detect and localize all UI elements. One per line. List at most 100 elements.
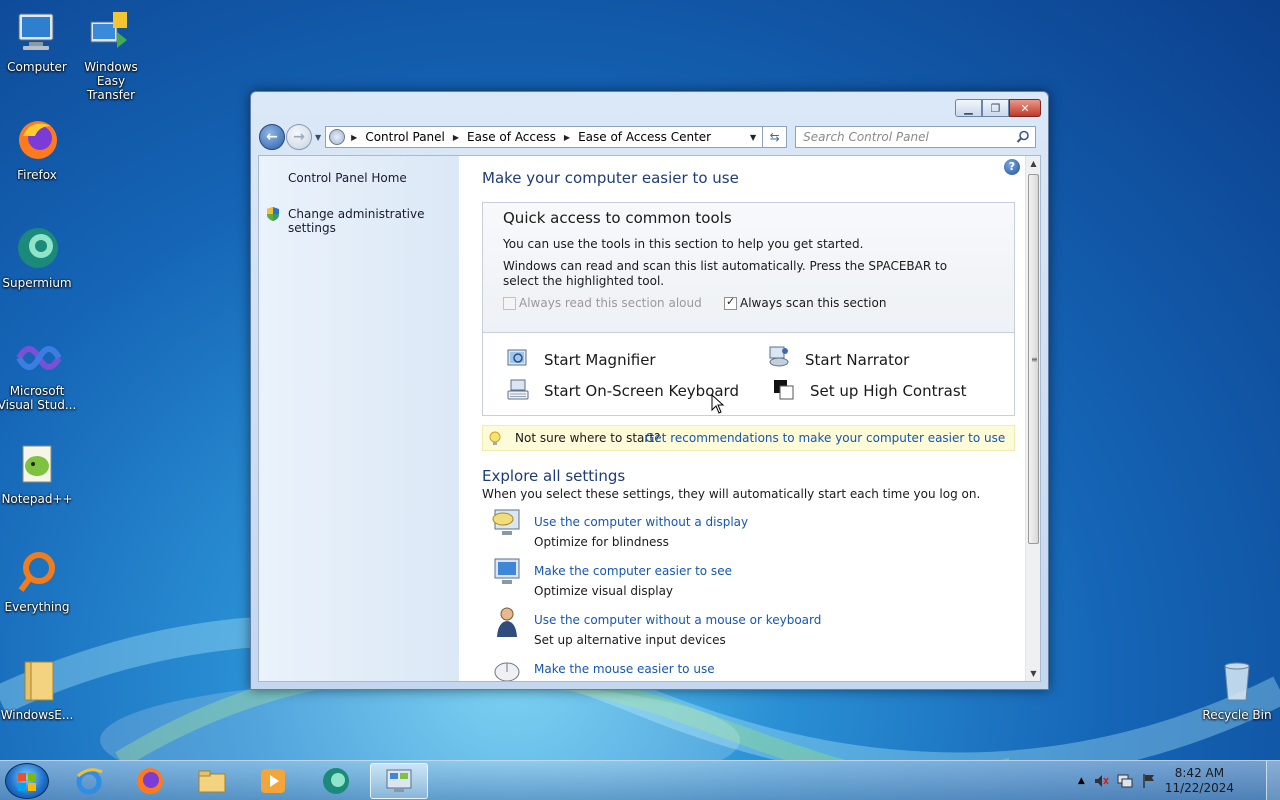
forward-button[interactable]: →: [286, 124, 312, 150]
clock-time: 8:42 AM: [1174, 766, 1225, 780]
vertical-scrollbar[interactable]: ▲ ≡ ▼: [1025, 156, 1040, 681]
person-input-icon: [497, 607, 517, 637]
use-without-display-link[interactable]: Use the computer without a display: [534, 515, 748, 529]
action-center-flag-icon[interactable]: [1141, 773, 1157, 789]
breadcrumb-separator-icon[interactable]: ▶: [564, 133, 570, 142]
start-narrator-button[interactable]: Start Narrator: [805, 351, 909, 369]
set-up-high-contrast-button[interactable]: Set up High Contrast: [810, 382, 967, 400]
breadcrumb-ease-of-access-center[interactable]: Ease of Access Center: [578, 130, 711, 144]
scan-section-label: Always scan this section: [740, 296, 887, 310]
mouse-cursor-icon: [711, 394, 725, 414]
explore-heading: Explore all settings: [482, 467, 626, 485]
control-panel-icon: [386, 769, 412, 792]
start-on-screen-keyboard-button[interactable]: Start On-Screen Keyboard: [544, 382, 739, 400]
supermium-icon: [13, 224, 61, 272]
supermium-icon: [323, 768, 349, 794]
search-icon: [1016, 130, 1029, 143]
taskbar-internet-explorer[interactable]: [60, 763, 118, 799]
explore-subtitle: When you select these settings, they wil…: [482, 487, 981, 501]
breadcrumb-ease-of-access[interactable]: Ease of Access: [467, 130, 556, 144]
back-button[interactable]: ←: [259, 124, 285, 150]
show-hidden-icons-icon[interactable]: ▲: [1078, 776, 1085, 786]
recycle-bin-icon: [1213, 656, 1261, 704]
firefox-icon: [13, 116, 61, 164]
clock[interactable]: 8:42 AM 11/22/2024: [1165, 766, 1234, 796]
recent-pages-dropdown[interactable]: ▼: [315, 133, 321, 142]
start-button[interactable]: [5, 763, 49, 799]
desktop-icon-visual-studio[interactable]: Microsoft Visual Stud...: [0, 332, 77, 412]
quick-access-panel: Quick access to common tools You can use…: [482, 202, 1015, 416]
search-input[interactable]: Search Control Panel: [795, 126, 1037, 148]
show-desktop-button[interactable]: [1266, 761, 1280, 800]
read-aloud-label: Always read this section aloud: [519, 296, 702, 310]
taskbar-file-explorer[interactable]: [183, 763, 241, 799]
breadcrumb-separator-icon[interactable]: ▶: [351, 133, 357, 142]
easy-transfer-icon: [87, 8, 135, 56]
visual-display-icon: [494, 558, 520, 584]
network-icon[interactable]: [1117, 773, 1133, 789]
media-player-icon: [261, 769, 285, 793]
tip-question: Not sure where to start?: [515, 431, 661, 445]
maximize-button[interactable]: ❐: [982, 99, 1009, 117]
scroll-down-arrow-icon[interactable]: ▼: [1026, 666, 1040, 681]
desktop-icon-everything[interactable]: Everything: [0, 548, 77, 614]
quick-access-heading: Quick access to common tools: [503, 209, 732, 227]
system-tray: ▲ 8:42 AM 11/22/2024: [1078, 761, 1234, 800]
lightbulb-icon: [489, 431, 501, 445]
firefox-icon: [137, 768, 163, 794]
read-aloud-checkbox[interactable]: [503, 297, 516, 310]
scan-section-checkbox[interactable]: [724, 295, 737, 310]
taskbar-firefox[interactable]: [121, 763, 179, 799]
desktop-icon-notepad-plus-plus[interactable]: Notepad++: [0, 440, 77, 506]
file-explorer-icon: [198, 770, 226, 793]
quick-access-scan-info: Windows can read and scan this list auto…: [503, 259, 948, 288]
desktop-icon-computer[interactable]: Computer: [0, 8, 77, 74]
blindness-display-icon: [492, 509, 520, 535]
scroll-up-arrow-icon[interactable]: ▲: [1026, 156, 1040, 171]
keyboard-icon: [507, 379, 529, 400]
desktop-icon-recycle-bin[interactable]: Recycle Bin: [1197, 656, 1277, 722]
high-contrast-icon: [774, 380, 794, 400]
navigation-bar: ← → ▼ ▶ Control Panel ▶ Ease of Access ▶…: [259, 124, 1041, 150]
breadcrumb-separator-icon[interactable]: ▶: [453, 133, 459, 142]
content-area: Control Panel Home Change administrative…: [258, 155, 1041, 682]
use-without-mouse-keyboard-link[interactable]: Use the computer without a mouse or keyb…: [534, 613, 821, 627]
use-without-display-desc: Optimize for blindness: [534, 535, 669, 549]
make-easier-to-see-link[interactable]: Make the computer easier to see: [534, 564, 732, 578]
minimize-button[interactable]: ▁: [955, 99, 982, 117]
desktop-icon-supermium[interactable]: Supermium: [0, 224, 77, 290]
refresh-button[interactable]: ⇆: [763, 126, 788, 148]
page-title: Make your computer easier to use: [482, 169, 739, 187]
quick-access-header: Quick access to common tools You can use…: [483, 203, 1014, 333]
computer-icon: [13, 8, 61, 56]
visual-studio-icon: [13, 332, 62, 380]
taskbar-supermium[interactable]: [307, 763, 365, 799]
breadcrumb-control-panel[interactable]: Control Panel: [365, 130, 445, 144]
scrollbar-thumb[interactable]: ≡: [1028, 174, 1039, 544]
make-mouse-easier-link[interactable]: Make the mouse easier to use: [534, 662, 715, 676]
help-button[interactable]: ?: [1004, 159, 1020, 175]
control-panel-icon: [329, 129, 346, 145]
control-panel-home-link[interactable]: Control Panel Home: [288, 171, 407, 185]
left-pane: Control Panel Home Change administrative…: [259, 156, 459, 681]
address-bar[interactable]: ▶ Control Panel ▶ Ease of Access ▶ Ease …: [325, 126, 764, 148]
notepad-plus-plus-icon: [13, 440, 61, 488]
desktop-icon-folder[interactable]: WindowsE...: [0, 656, 77, 722]
everything-icon: [13, 548, 61, 596]
refresh-icon: ⇆: [769, 130, 780, 144]
folder-icon: [13, 656, 61, 704]
change-administrative-settings-link[interactable]: Change administrative settings: [288, 207, 459, 235]
narrator-icon: [769, 346, 789, 367]
get-recommendations-link[interactable]: Get recommendations to make your compute…: [645, 431, 1005, 446]
volume-muted-icon[interactable]: [1093, 773, 1109, 789]
address-dropdown-icon[interactable]: ▼: [750, 133, 756, 142]
taskbar-media-player[interactable]: [244, 763, 302, 799]
desktop-icon-firefox[interactable]: Firefox: [0, 116, 77, 182]
main-pane: Make your computer easier to use Quick a…: [459, 156, 1027, 681]
desktop-icon-easy-transfer[interactable]: Windows Easy Transfer: [71, 8, 151, 102]
close-button[interactable]: ✕: [1009, 99, 1041, 117]
taskbar-control-panel[interactable]: [370, 763, 428, 799]
clock-date: 11/22/2024: [1164, 781, 1234, 795]
start-magnifier-button[interactable]: Start Magnifier: [544, 351, 656, 369]
recommendation-tip: Not sure where to start? Get recommendat…: [482, 425, 1015, 451]
